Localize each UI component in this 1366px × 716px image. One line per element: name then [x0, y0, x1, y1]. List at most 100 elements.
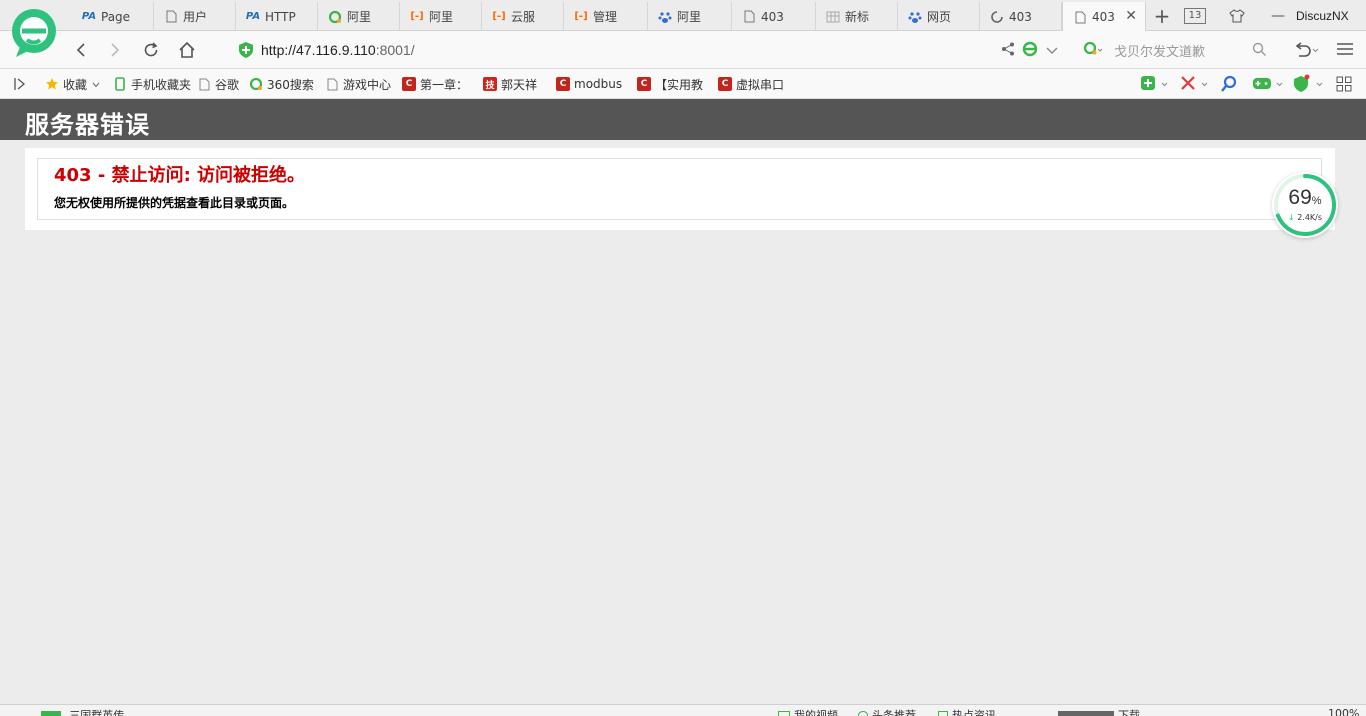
status-headline[interactable]: 头条推荐 — [858, 707, 916, 716]
tab-label: 403 — [761, 9, 784, 24]
tab-9[interactable]: 403 — [732, 2, 816, 31]
bookmark-label: 游戏中心 — [343, 77, 392, 92]
tab-5[interactable]: [-] 阿里 — [400, 2, 482, 31]
url-port: :8001/ — [375, 42, 415, 58]
360-search-icon — [328, 10, 342, 24]
percent-value: 69 — [1288, 186, 1312, 209]
minimize-icon[interactable]: — — [1268, 8, 1288, 24]
tab-1[interactable]: PA Page — [72, 2, 154, 31]
ie-engine-icon[interactable] — [1022, 41, 1038, 60]
tab-close-icon[interactable]: ✕ — [1125, 8, 1137, 24]
bookmark-label: 郭天祥 — [501, 77, 538, 92]
tab-label: 用户 — [183, 10, 208, 24]
status-label: 我的视频 — [794, 709, 838, 716]
find-magnifier-icon[interactable] — [1220, 75, 1238, 96]
bookmark-label: 手机收藏夹 — [131, 77, 192, 92]
bookmark-label: 虚拟串口 — [736, 77, 785, 92]
tab-active[interactable]: 403 ✕ — [1062, 2, 1146, 32]
bookmark-virtual-serial[interactable]: C 虚拟串口 — [718, 75, 790, 93]
bookmark-favorites[interactable]: 收藏 — [45, 75, 100, 93]
bookmark-mobile-favorites[interactable]: 手机收藏夹 — [113, 75, 191, 93]
status-game-item[interactable]: ⌄ 三国群英传 — [24, 707, 124, 716]
back-icon[interactable] — [70, 39, 92, 61]
bookmark-guo-tianxiang[interactable]: 技 郭天祥 — [483, 75, 537, 93]
status-label: 头条推荐 — [872, 709, 916, 716]
window-title-fragment: DiscuzNX — [1296, 8, 1349, 23]
apps-grid-icon[interactable] — [1336, 76, 1352, 95]
tab-10[interactable]: 新标 — [816, 2, 898, 31]
shirt-skin-icon[interactable] — [1226, 8, 1248, 23]
pa-icon: PA — [81, 11, 97, 22]
share-icon[interactable] — [1001, 42, 1015, 59]
engine-dropdown-chevron-icon[interactable] — [1046, 44, 1058, 58]
navigation-bar: http://47.116.9.110:8001/ 戈贝尔发文道歉 — [0, 31, 1366, 69]
red-seal-icon: 技 — [483, 77, 497, 91]
network-speed-widget[interactable]: 69% ↓ 2.4K/s — [1272, 172, 1338, 238]
chevron-down-icon — [92, 77, 100, 91]
sidebar-toggle-icon[interactable] — [14, 77, 26, 94]
page-icon — [742, 10, 756, 24]
reload-icon[interactable] — [140, 39, 162, 61]
bookmark-360-search[interactable]: 360搜索 — [249, 75, 314, 93]
aliyun-icon: [-] — [410, 11, 424, 22]
tab-label: Page — [101, 9, 131, 24]
tab-label: 阿里 — [677, 10, 702, 24]
error-message: 您无权使用所提供的凭据查看此目录或页面。 — [54, 196, 295, 210]
tab-label: 云服 — [511, 10, 536, 24]
bookmark-practical-tutorial[interactable]: C 【实用教 — [637, 75, 707, 93]
page-title: 服务器错误 — [25, 111, 150, 139]
security-shield-icon[interactable] — [238, 41, 254, 62]
bookmark-label: 【实用教 — [655, 77, 704, 92]
search-engine-icon[interactable] — [1083, 41, 1103, 60]
forward-icon[interactable] — [104, 39, 126, 61]
page-icon — [164, 10, 178, 24]
status-hot-news[interactable]: 热点资讯 — [938, 707, 996, 716]
translate-plus-icon[interactable] — [1140, 75, 1170, 96]
menu-hamburger-icon[interactable] — [1336, 42, 1354, 59]
tab-label: 403 — [1092, 10, 1115, 24]
bookmark-label: 收藏 — [63, 77, 88, 92]
mobile-icon — [113, 77, 127, 91]
browser-logo-icon[interactable] — [10, 7, 58, 59]
security-guard-icon[interactable] — [1292, 74, 1326, 97]
csdn-icon: C — [718, 77, 732, 91]
new-tab-plus-icon[interactable]: + — [1150, 4, 1174, 28]
status-my-videos[interactable]: 我的视频 — [778, 707, 838, 716]
tab-count-badge[interactable]: 13 — [1184, 7, 1206, 24]
status-bar: ⌄ 三国群英传 我的视频 头条推荐 热点资讯 下载 100% — [0, 704, 1366, 716]
bookmark-chapter-one[interactable]: C 第一章： — [402, 75, 468, 93]
tab-7[interactable]: [-] 管理 — [564, 2, 648, 31]
tab-label: 阿里 — [347, 10, 372, 24]
tab-12[interactable]: 403 — [980, 2, 1062, 31]
percent-unit: % — [1311, 195, 1322, 207]
tab-11[interactable]: 网页 — [898, 2, 980, 31]
search-magnifier-icon[interactable] — [1252, 42, 1267, 60]
bookmark-game-center[interactable]: 游戏中心 — [325, 75, 391, 93]
headline-icon — [858, 711, 868, 716]
home-icon[interactable] — [176, 39, 198, 61]
status-download[interactable]: 下载 — [1058, 707, 1140, 716]
rate-value: 2.4K/s — [1297, 213, 1323, 222]
tab-8[interactable]: 阿里 — [648, 2, 732, 31]
status-zoom[interactable]: 100% — [1328, 707, 1359, 716]
bookmark-google[interactable]: 谷歌 — [197, 75, 239, 93]
error-fieldset: 403 - 禁止访问: 访问被拒绝。 您无权使用所提供的凭据查看此目录或页面。 — [37, 158, 1322, 220]
bookmark-label: 谷歌 — [215, 77, 240, 92]
undo-icon[interactable] — [1293, 41, 1319, 62]
chevron-down-icon: ⌄ — [24, 708, 34, 716]
tab-6[interactable]: [-] 云服 — [482, 2, 564, 31]
page-icon — [325, 77, 339, 91]
grid-page-icon — [826, 10, 840, 24]
star-icon — [45, 77, 59, 91]
tab-4[interactable]: 阿里 — [318, 2, 400, 31]
tab-2[interactable]: 用户 — [154, 2, 236, 31]
bookmark-modbus[interactable]: C modbus — [556, 75, 626, 93]
address-bar[interactable]: http://47.116.9.110:8001/ — [261, 36, 1101, 64]
zoom-level: 100% — [1328, 707, 1360, 716]
scissors-screenshot-icon[interactable] — [1180, 75, 1210, 96]
gamepad-icon[interactable] — [1252, 75, 1286, 96]
tab-label: 403 — [1009, 9, 1032, 24]
search-placeholder: 戈贝尔发文道歉 — [1114, 44, 1206, 60]
aliyun-icon: [-] — [574, 11, 588, 22]
tab-3[interactable]: PA HTTP — [236, 2, 318, 31]
